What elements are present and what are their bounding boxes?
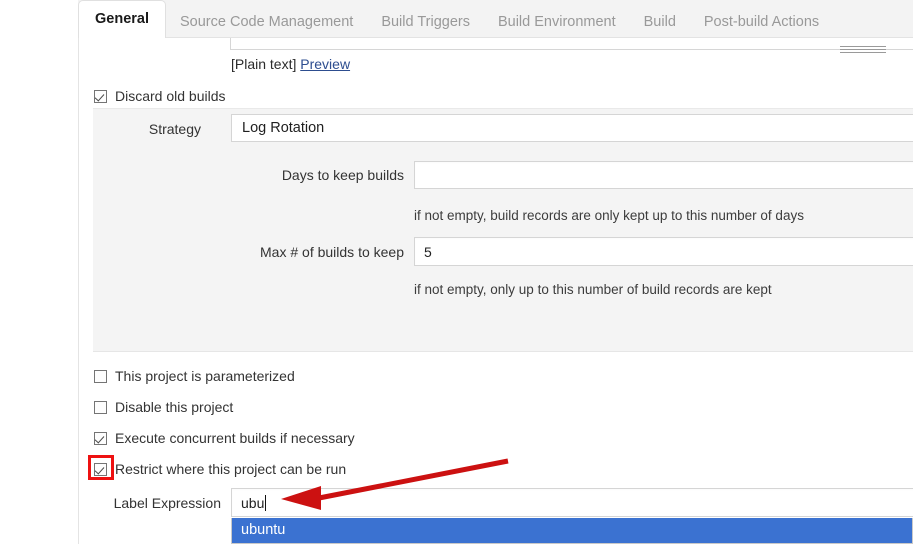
- label-expression-value: ubu: [241, 494, 265, 511]
- autocomplete-item-ubuntu[interactable]: ubuntu: [232, 518, 912, 543]
- option-row-concurrent[interactable]: Execute concurrent builds if necessary: [94, 430, 355, 446]
- disable-this-project-label: Disable this project: [115, 399, 234, 415]
- tab-post-build-actions-label: Post-build Actions: [703, 14, 820, 30]
- plain-text-label: [Plain text]: [231, 56, 297, 72]
- tab-build-environment[interactable]: Build Environment: [484, 6, 630, 38]
- tab-source-code-management-label: Source Code Management: [180, 14, 354, 30]
- discard-old-builds-panel: [93, 108, 913, 352]
- preview-link[interactable]: Preview: [300, 56, 350, 72]
- max-builds-to-keep-help: if not empty, only up to this number of …: [414, 282, 772, 297]
- max-builds-to-keep-input[interactable]: 5: [414, 237, 913, 266]
- max-builds-to-keep-label: Max # of builds to keep: [260, 244, 404, 260]
- strategy-selected-value: Log Rotation: [242, 120, 325, 136]
- execute-concurrent-builds-checkbox[interactable]: [94, 431, 107, 445]
- jenkins-job-config-screen: General Source Code Management Build Tri…: [0, 0, 913, 544]
- restrict-where-project-can-be-run-label: Restrict where this project can be run: [115, 461, 347, 477]
- disable-this-project-checkbox[interactable]: [94, 400, 107, 414]
- tab-build[interactable]: Build: [630, 6, 690, 38]
- left-gutter: [0, 0, 78, 544]
- text-caret: [265, 494, 267, 511]
- option-row-disable[interactable]: Disable this project: [94, 399, 233, 415]
- description-markup-footer: [Plain text] Preview: [231, 56, 350, 72]
- tab-build-label: Build: [643, 14, 676, 30]
- option-row-restrict[interactable]: Restrict where this project can be run: [94, 461, 346, 477]
- tab-source-code-management[interactable]: Source Code Management: [166, 6, 367, 38]
- strategy-select[interactable]: Log Rotation: [231, 114, 913, 142]
- label-expression-input[interactable]: ubu: [231, 488, 913, 517]
- execute-concurrent-builds-label: Execute concurrent builds if necessary: [115, 430, 355, 446]
- tab-build-triggers-label: Build Triggers: [381, 14, 470, 30]
- days-to-keep-builds-help: if not empty, build records are only kep…: [414, 208, 804, 223]
- tab-build-triggers[interactable]: Build Triggers: [367, 6, 484, 38]
- tab-general[interactable]: General: [78, 0, 166, 38]
- description-textarea[interactable]: [230, 38, 913, 50]
- discard-old-builds-label: Discard old builds: [115, 88, 226, 104]
- tab-build-environment-label: Build Environment: [497, 14, 616, 30]
- config-tabbar: General Source Code Management Build Tri…: [78, 0, 833, 38]
- label-expression-autocomplete: ubuntu: [231, 518, 913, 544]
- discard-old-builds-checkbox[interactable]: [94, 89, 107, 103]
- days-to-keep-builds-input[interactable]: [414, 161, 913, 189]
- label-expression-label: Label Expression: [113, 495, 221, 511]
- discard-old-builds-row[interactable]: Discard old builds: [94, 88, 226, 104]
- days-to-keep-builds-label: Days to keep builds: [281, 167, 404, 183]
- this-project-is-parameterized-label: This project is parameterized: [115, 368, 295, 384]
- this-project-is-parameterized-checkbox[interactable]: [94, 369, 107, 383]
- restrict-where-project-can-be-run-checkbox[interactable]: [94, 462, 107, 476]
- tab-post-build-actions[interactable]: Post-build Actions: [690, 6, 833, 38]
- max-builds-to-keep-value: 5: [424, 243, 432, 260]
- strategy-label: Strategy: [148, 121, 201, 137]
- option-row-parameterized[interactable]: This project is parameterized: [94, 368, 295, 384]
- general-config-form: [Plain text] Preview Discard old builds …: [79, 38, 913, 544]
- tab-general-label: General: [95, 11, 149, 27]
- textarea-resize-grip[interactable]: [840, 46, 886, 53]
